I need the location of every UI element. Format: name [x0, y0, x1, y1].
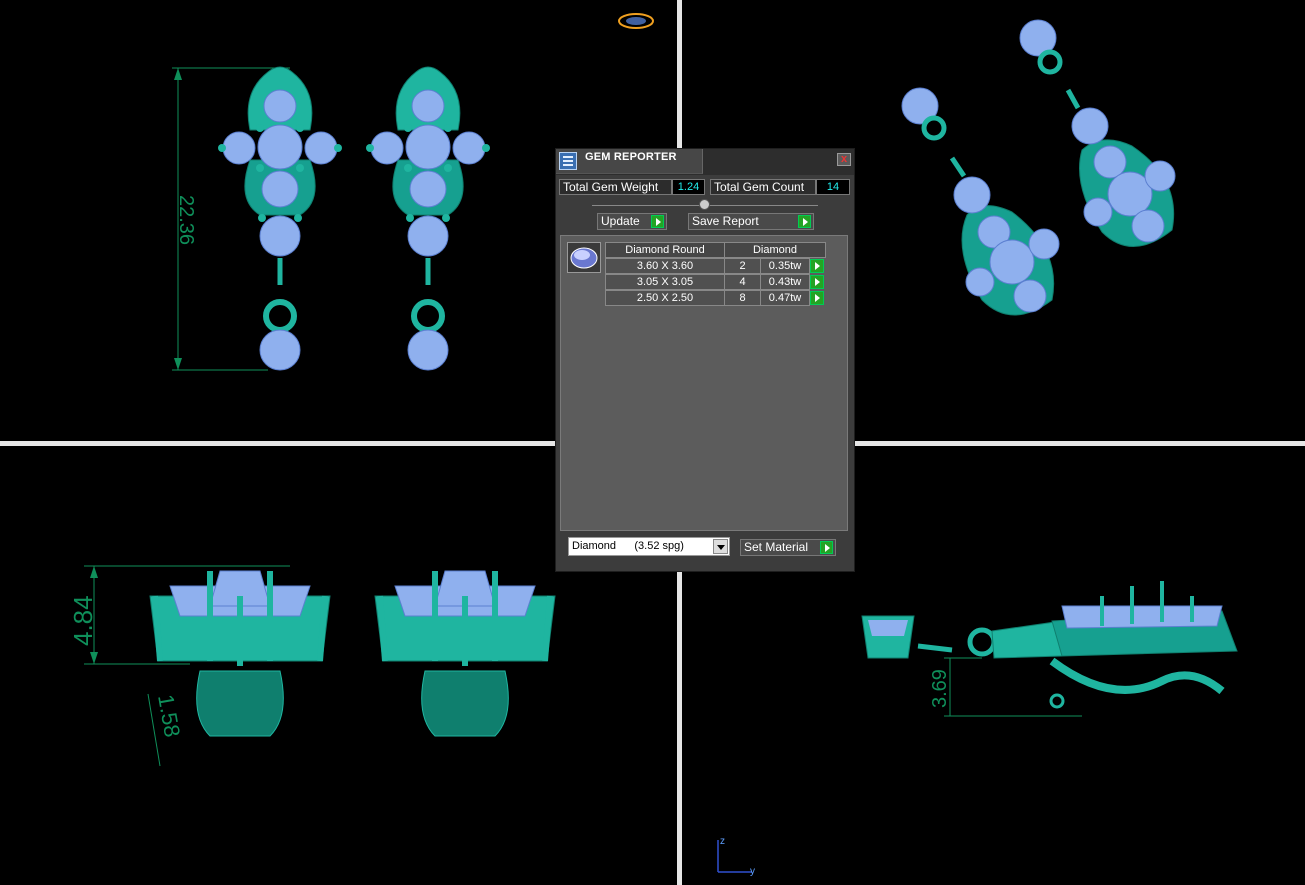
gem-reporter-dialog[interactable]: GEM REPORTER x Total Gem Weight 1.24 Tot…	[555, 148, 855, 572]
earring-side-right	[374, 570, 556, 737]
earring-perspective-right	[1019, 19, 1176, 247]
earring-perspective-left	[901, 87, 1060, 316]
dialog-title-tab: GEM REPORTER	[556, 149, 703, 174]
dialog-titlebar[interactable]: GEM REPORTER x	[556, 149, 854, 175]
total-count-label: Total Gem Count	[710, 179, 816, 195]
dimension-left-depth: 1.58	[153, 693, 185, 740]
gem-list-panel[interactable]: Diamond Round Diamond 3.60 X 3.60 2 0.35…	[560, 235, 848, 531]
play-icon	[820, 541, 833, 554]
row-select-button[interactable]	[810, 275, 824, 289]
close-button[interactable]: x	[837, 153, 851, 166]
dimension-right-height: 3.69	[929, 669, 951, 708]
table-row-weight: 0.43tw	[760, 274, 810, 290]
gem-thumbnail[interactable]	[567, 242, 601, 273]
table-row-weight: 0.35tw	[760, 258, 810, 274]
gem-report-icon	[559, 152, 577, 170]
dimension-front-height: 22.36	[175, 195, 197, 245]
set-material-label: Set Material	[744, 540, 809, 554]
total-weight-label: Total Gem Weight	[559, 179, 672, 195]
chevron-down-icon[interactable]	[713, 539, 728, 554]
earring-side-profile	[861, 581, 1238, 709]
table-header-material: Diamond	[724, 242, 826, 258]
dialog-title: GEM REPORTER	[585, 151, 677, 163]
material-dropdown-value: Diamond (3.52 spg)	[572, 540, 684, 552]
earring-front-left	[218, 66, 342, 371]
total-weight-value: 1.24	[672, 179, 705, 195]
diamond-round-icon	[570, 247, 598, 269]
axis-y-label: y	[750, 866, 755, 877]
earring-front-right	[366, 66, 490, 371]
row-select-button[interactable]	[810, 291, 824, 305]
table-header-shape: Diamond Round	[605, 242, 725, 258]
table-row-size: 3.60 X 3.60	[605, 258, 725, 274]
table-row-count: 8	[724, 290, 761, 306]
total-count-value: 14	[816, 179, 850, 195]
save-report-button[interactable]: Save Report	[688, 213, 814, 230]
update-button[interactable]: Update	[597, 213, 667, 230]
table-row-size: 2.50 X 2.50	[605, 290, 725, 306]
play-icon	[798, 215, 811, 228]
save-report-label: Save Report	[692, 214, 759, 228]
table-row-count: 2	[724, 258, 761, 274]
table-row-size: 3.05 X 3.05	[605, 274, 725, 290]
material-dropdown[interactable]: Diamond (3.52 spg)	[568, 537, 730, 556]
slider-handle[interactable]	[699, 199, 710, 210]
play-icon	[651, 215, 664, 228]
axis-indicator: z y	[717, 836, 755, 877]
cplane-core-icon	[626, 17, 646, 25]
update-label: Update	[601, 214, 640, 228]
dimension-left-height: 4.84	[68, 595, 98, 646]
table-row-count: 4	[724, 274, 761, 290]
table-row-weight: 0.47tw	[760, 290, 810, 306]
axis-z-label: z	[720, 836, 725, 847]
set-material-button[interactable]: Set Material	[740, 539, 836, 556]
row-select-button[interactable]	[810, 259, 824, 273]
